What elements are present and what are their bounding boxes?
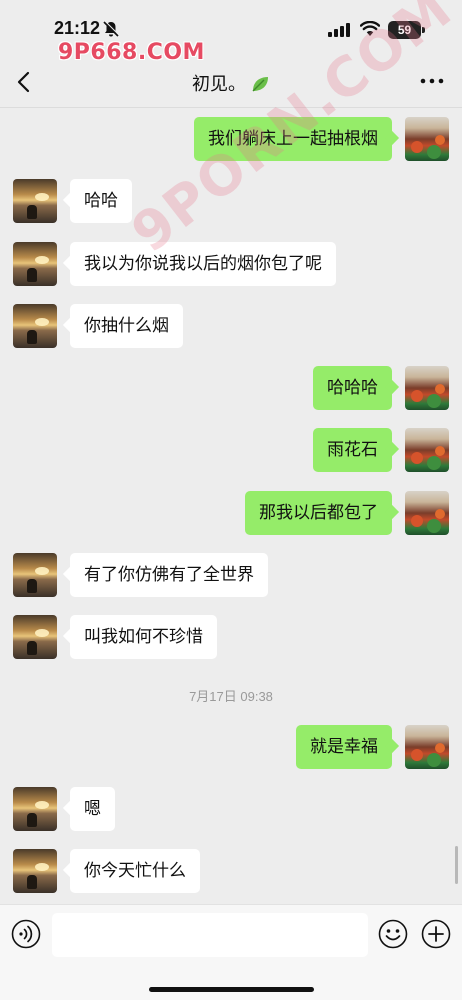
avatar-contact[interactable] [13,242,57,286]
avatar-self[interactable] [405,117,449,161]
status-time: 21:12 [54,18,101,38]
chat-title: 初见。 [0,70,462,96]
message-row-sent: 哈哈哈 [0,366,462,410]
avatar-contact[interactable] [13,787,57,831]
message-bubble-sent[interactable]: 那我以后都包了 [245,491,392,535]
nav-divider [0,107,462,108]
message-row-sent: 那我以后都包了 [0,491,462,535]
message-bubble-received[interactable]: 我以为你说我以后的烟你包了呢 [70,242,336,286]
message-row-sent: 我们躺床上一起抽根烟 [0,117,462,161]
status-bar: 21:12 59 [0,0,462,44]
avatar-contact[interactable] [13,304,57,348]
message-bubble-received[interactable]: 叫我如何不珍惜 [70,615,217,659]
avatar-self[interactable] [405,428,449,472]
message-row-received: 你抽什么烟 [0,304,462,348]
message-bubble-sent[interactable]: 雨花石 [313,428,392,472]
chat-title-text: 初见。 [192,74,246,95]
avatar-contact[interactable] [13,849,57,893]
avatar-contact[interactable] [13,179,57,223]
signal-icon [328,23,350,37]
message-row-received: 你今天忙什么 [0,849,462,893]
message-row-received: 叫我如何不珍惜 [0,615,462,659]
leaf-icon [252,77,268,92]
avatar-contact[interactable] [13,553,57,597]
message-bubble-sent[interactable]: 哈哈哈 [313,366,392,410]
more-icon[interactable] [420,76,444,86]
scrollbar[interactable] [455,846,458,884]
message-input[interactable] [52,913,368,957]
message-row-received: 嗯 [0,787,462,831]
wifi-icon [360,21,380,36]
message-bubble-received[interactable]: 你今天忙什么 [70,849,200,893]
plus-icon[interactable] [421,919,451,949]
message-bubble-sent[interactable]: 我们躺床上一起抽根烟 [194,117,392,161]
avatar-self[interactable] [405,725,449,769]
message-row-received: 有了你仿佛有了全世界 [0,553,462,597]
emoji-icon[interactable] [378,919,408,949]
message-bubble-sent[interactable]: 就是幸福 [296,725,392,769]
avatar-contact[interactable] [13,615,57,659]
message-row-received: 哈哈 [0,179,462,223]
message-bubble-received[interactable]: 有了你仿佛有了全世界 [70,553,268,597]
battery-icon: 59 [388,21,425,39]
watermark-top: 9P668.COM [58,40,205,65]
message-timestamp: 7月17日 09:38 [189,689,273,704]
message-bubble-received[interactable]: 哈哈 [70,179,132,223]
input-bar [0,904,462,1000]
home-indicator[interactable] [149,987,314,992]
avatar-self[interactable] [405,491,449,535]
message-bubble-received[interactable]: 你抽什么烟 [70,304,183,348]
avatar-self[interactable] [405,366,449,410]
message-row-sent: 就是幸福 [0,725,462,769]
message-row-sent: 雨花石 [0,428,462,472]
message-row-received: 我以为你说我以后的烟你包了呢 [0,242,462,286]
voice-icon[interactable] [11,919,41,949]
message-bubble-received[interactable]: 嗯 [70,787,115,831]
bell-slash-icon [103,20,120,37]
